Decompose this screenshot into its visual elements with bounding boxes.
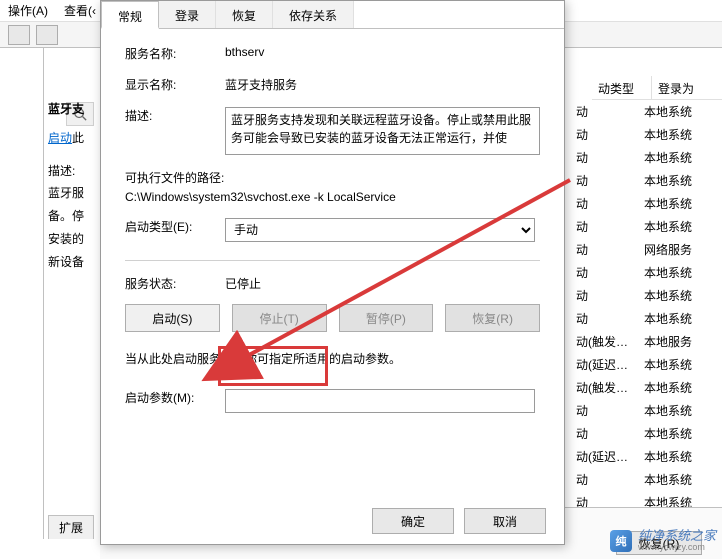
- value-display-name: 蓝牙支持服务: [225, 76, 540, 93]
- cell-logon-as: 本地系统: [640, 195, 710, 212]
- value-service-name: bthserv: [225, 45, 540, 59]
- cell-startup-type: 动: [572, 264, 640, 281]
- tab-logon[interactable]: 登录: [159, 1, 216, 28]
- cell-logon-as: 本地系统: [640, 379, 710, 396]
- pause-button: 暂停(P): [339, 304, 434, 332]
- tab-strip: 常规 登录 恢复 依存关系: [101, 1, 564, 29]
- service-list-row[interactable]: 动(延迟…本地系统: [572, 353, 722, 376]
- service-list-row[interactable]: 动本地系统: [572, 100, 722, 123]
- service-detail-pane: 蓝牙支 启动此 描述: 蓝牙服 备。停 安装的 新设备: [44, 48, 94, 539]
- service-list-row[interactable]: 动(触发…本地系统: [572, 376, 722, 399]
- cell-logon-as: 本地系统: [640, 126, 710, 143]
- value-exe-path: C:\Windows\system32\svchost.exe -k Local…: [125, 190, 540, 204]
- cell-startup-type: 动(延迟…: [572, 448, 640, 465]
- cell-startup-type: 动: [572, 402, 640, 419]
- service-properties-dialog: 常规 登录 恢复 依存关系 服务名称: bthserv 显示名称: 蓝牙支持服务…: [100, 0, 565, 545]
- detail-service-title: 蓝牙支: [48, 98, 90, 121]
- cell-startup-type: 动(触发…: [572, 333, 640, 350]
- toolbar-button[interactable]: [8, 25, 30, 45]
- service-list-row[interactable]: 动本地系统: [572, 284, 722, 307]
- detail-start-link[interactable]: 启动: [48, 131, 72, 145]
- label-display-name: 显示名称:: [125, 76, 225, 93]
- startup-type-select[interactable]: 手动: [225, 218, 535, 242]
- cell-logon-as: 本地服务: [640, 333, 710, 350]
- service-list-row[interactable]: 动本地系统: [572, 146, 722, 169]
- watermark-url: www.ycwjzy.com: [638, 543, 716, 553]
- cell-startup-type: 动(触发…: [572, 379, 640, 396]
- cell-startup-type: 动: [572, 195, 640, 212]
- description-textbox[interactable]: 蓝牙服务支持发现和关联远程蓝牙设备。停止或禁用此服务可能会导致已安装的蓝牙设备无…: [225, 107, 540, 155]
- cell-startup-type: 动: [572, 471, 640, 488]
- tab-general[interactable]: 常规: [101, 1, 159, 29]
- cell-logon-as: 本地系统: [640, 356, 710, 373]
- cell-startup-type: 动: [572, 126, 640, 143]
- service-list-row[interactable]: 动本地系统: [572, 307, 722, 330]
- service-list-row[interactable]: 动网络服务: [572, 238, 722, 261]
- cell-logon-as: 本地系统: [640, 471, 710, 488]
- service-list-row[interactable]: 动本地系统: [572, 215, 722, 238]
- detail-desc-label: 描述:: [48, 160, 90, 183]
- label-startup-type: 启动类型(E):: [125, 218, 225, 235]
- service-list-row[interactable]: 动本地系统: [572, 399, 722, 422]
- cell-logon-as: 本地系统: [640, 218, 710, 235]
- menu-view[interactable]: 查看(‹: [64, 2, 96, 19]
- cell-startup-type: 动: [572, 287, 640, 304]
- ok-button[interactable]: 确定: [372, 508, 454, 534]
- label-description: 描述:: [125, 107, 225, 124]
- cell-logon-as: 本地系统: [640, 103, 710, 120]
- stop-button: 停止(T): [232, 304, 327, 332]
- toolbar-button[interactable]: [36, 25, 58, 45]
- start-button[interactable]: 启动(S): [125, 304, 220, 332]
- detail-desc-line: 安装的: [48, 228, 90, 251]
- cell-logon-as: 网络服务: [640, 241, 710, 258]
- col-logon-as[interactable]: 登录为: [652, 76, 722, 99]
- service-list-row[interactable]: 动本地系统: [572, 422, 722, 445]
- cell-logon-as: 本地系统: [640, 149, 710, 166]
- cell-startup-type: 动: [572, 218, 640, 235]
- detail-desc-line: 新设备: [48, 251, 90, 274]
- cancel-button[interactable]: 取消: [464, 508, 546, 534]
- cell-logon-as: 本地系统: [640, 310, 710, 327]
- tab-dependencies[interactable]: 依存关系: [273, 1, 354, 28]
- service-list-row[interactable]: 动本地系统: [572, 261, 722, 284]
- startup-params-note: 当从此处启动服务时，你可指定所适用的启动参数。: [125, 350, 540, 367]
- service-list-row[interactable]: 动(触发…本地服务: [572, 330, 722, 353]
- service-list-row[interactable]: 动本地系统: [572, 169, 722, 192]
- cell-logon-as: 本地系统: [640, 172, 710, 189]
- cell-logon-as: 本地系统: [640, 425, 710, 442]
- cell-logon-as: 本地系统: [640, 448, 710, 465]
- cell-startup-type: 动: [572, 149, 640, 166]
- service-list-row[interactable]: 动(延迟…本地系统: [572, 445, 722, 468]
- tree-pane: [0, 48, 44, 539]
- cell-startup-type: 动: [572, 425, 640, 442]
- cell-startup-type: 动: [572, 310, 640, 327]
- service-list-row[interactable]: 动本地系统: [572, 468, 722, 491]
- list-header: 动类型 登录为: [592, 76, 722, 100]
- cell-startup-type: 动: [572, 103, 640, 120]
- label-exe-path: 可执行文件的路径:: [125, 169, 540, 186]
- detail-desc-line: 蓝牙服: [48, 182, 90, 205]
- detail-desc-line: 备。停: [48, 205, 90, 228]
- watermark: 纯 纯净系统之家 www.ycwjzy.com: [610, 529, 716, 553]
- label-service-status: 服务状态:: [125, 275, 225, 292]
- cell-startup-type: 动: [572, 172, 640, 189]
- label-start-params: 启动参数(M):: [125, 389, 225, 406]
- resume-button: 恢复(R): [445, 304, 540, 332]
- value-service-status: 已停止: [225, 275, 540, 292]
- col-startup-type[interactable]: 动类型: [592, 76, 652, 99]
- cell-logon-as: 本地系统: [640, 287, 710, 304]
- cell-startup-type: 动: [572, 241, 640, 258]
- menu-action[interactable]: 操作(A): [8, 2, 48, 19]
- label-service-name: 服务名称:: [125, 45, 225, 62]
- service-list-row[interactable]: 动本地系统: [572, 123, 722, 146]
- cell-startup-type: 动(延迟…: [572, 356, 640, 373]
- tab-recovery[interactable]: 恢复: [216, 1, 273, 28]
- watermark-title: 纯净系统之家: [638, 529, 716, 543]
- cell-logon-as: 本地系统: [640, 264, 710, 281]
- start-params-input[interactable]: [225, 389, 535, 413]
- cell-logon-as: 本地系统: [640, 402, 710, 419]
- tab-extended[interactable]: 扩展: [48, 515, 94, 539]
- watermark-logo-icon: 纯: [610, 530, 632, 552]
- service-list-row[interactable]: 动本地系统: [572, 192, 722, 215]
